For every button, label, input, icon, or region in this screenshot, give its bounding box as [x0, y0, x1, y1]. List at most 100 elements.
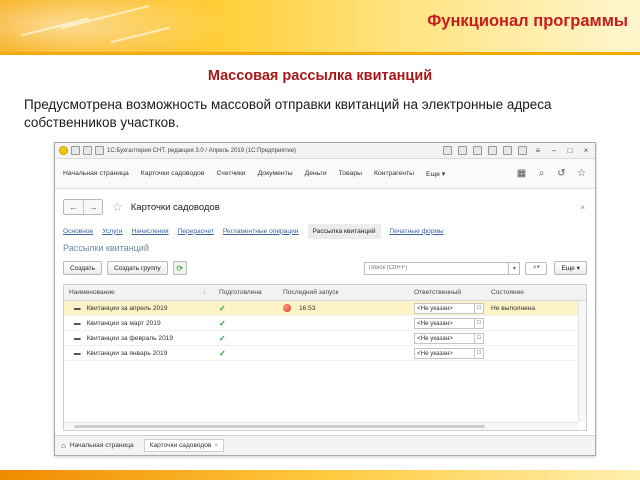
column-header-last-run[interactable]: Последний запуск — [278, 289, 409, 296]
refresh-icon[interactable]: ⟳ — [172, 261, 187, 275]
horizontal-scrollbar[interactable] — [64, 422, 578, 430]
slide-body-text: Предусмотрена возможность массовой отпра… — [24, 97, 552, 130]
favorite-star-icon[interactable]: ☆ — [112, 200, 123, 214]
toolbar-icon[interactable] — [443, 146, 452, 155]
open-icon[interactable]: □ — [474, 333, 483, 343]
section-title: Рассылки квитанций — [63, 243, 149, 253]
tab-main[interactable]: Основное — [63, 228, 93, 235]
error-status-icon — [283, 304, 291, 312]
search-icon[interactable]: ⌕ — [536, 168, 547, 179]
sort-arrow-icon: ↓ — [202, 289, 206, 296]
cell-responsible: <Не указан> □ — [409, 317, 486, 329]
star-icon[interactable]: ☆ — [576, 168, 587, 179]
home-icon[interactable]: ⌂ — [61, 441, 66, 450]
open-icon[interactable]: □ — [474, 318, 483, 328]
open-tab-home[interactable]: Начальная страница — [70, 442, 134, 449]
slide: Функционал программы Массовая рассылка к… — [0, 0, 640, 480]
column-header-prepared[interactable]: Подготовлена — [214, 289, 278, 296]
nav-item-documents[interactable]: Документы — [258, 170, 293, 177]
nav-item-meters[interactable]: Счетчики — [216, 170, 245, 177]
close-icon[interactable]: × — [581, 146, 591, 155]
more-button[interactable]: Еще ▾ — [554, 261, 587, 275]
window-title: 1С:Бухгалтерия СНТ, редакция 3.0 / Апрел… — [107, 147, 297, 154]
item-marker-icon: ▬ — [74, 349, 81, 357]
nav-more-button[interactable]: Еще ▾ — [426, 170, 445, 178]
tab-services[interactable]: Услуги — [102, 228, 122, 235]
toolbar-icon[interactable] — [503, 146, 512, 155]
table-header: Наименование ↓ Подготовлена Последний зап… — [64, 285, 586, 301]
search-box: ▾ ⌕▾ Еще ▾ — [364, 261, 595, 275]
menu-icon[interactable]: ≡ — [533, 146, 543, 155]
open-windows-bar: ⌂ Начальная страница Карточки садоводов × — [55, 435, 595, 455]
column-header-name[interactable]: Наименование ↓ — [64, 289, 214, 296]
form-title: Карточки садоводов — [130, 201, 220, 213]
nav-arrows: ← → — [63, 199, 103, 215]
toolbar-icon[interactable] — [458, 146, 467, 155]
cell-last-run: 16:53 — [278, 304, 409, 312]
nav-item-home[interactable]: Начальная страница — [63, 170, 129, 177]
open-icon[interactable]: □ — [474, 348, 483, 358]
cell-prepared: ✓ — [214, 304, 278, 313]
cell-state: Не выполнена — [491, 304, 536, 312]
maximize-icon[interactable]: □ — [565, 146, 575, 155]
back-arrow-icon[interactable]: ← — [64, 200, 83, 214]
search-input[interactable] — [364, 261, 510, 275]
cell-name: ▬ Квитанции за март 2019 — [74, 319, 161, 327]
toolbar-icon[interactable] — [83, 146, 92, 155]
table-row[interactable]: ▬ Квитанции за март 2019 ✓ <Не указан> □ — [64, 316, 586, 331]
item-marker-icon: ▬ — [74, 304, 81, 312]
column-header-state[interactable]: Состояние — [486, 289, 586, 296]
form-close-icon[interactable]: × — [580, 203, 585, 212]
slide-header: Функционал программы — [0, 0, 640, 52]
create-button[interactable]: Создать — [63, 261, 103, 275]
tab-recalculation[interactable]: Перерасчет — [178, 228, 214, 235]
table-row[interactable]: ▬ Квитанции за апрель 2019 ✓ 16:53 <Не указа… — [64, 301, 586, 316]
toolbar-icon[interactable] — [71, 146, 80, 155]
nav-item-cards[interactable]: Карточки садоводов — [141, 170, 205, 177]
title-bar: 1С:Бухгалтерия СНТ, редакция 3.0 / Апрел… — [55, 143, 595, 159]
table-row[interactable]: ▬ Квитанции за февраль 2019 ✓ <Не указан> □ — [64, 331, 586, 346]
checkmark-icon: ✓ — [219, 318, 226, 328]
tab-receipt-mailing[interactable]: Рассылка квитанций — [307, 223, 381, 239]
nav-item-money[interactable]: Деньги — [305, 170, 327, 177]
cell-prepared: ✓ — [214, 319, 278, 328]
table-row[interactable]: ▬ Квитанции за январь 2019 ✓ <Не указан> □ — [64, 346, 586, 361]
minimize-icon[interactable]: – — [549, 146, 559, 155]
cell-name: ▬ Квитанции за январь 2019 — [74, 349, 168, 357]
close-icon[interactable]: × — [214, 443, 218, 449]
toolbar-icon[interactable] — [95, 146, 104, 155]
vertical-scrollbar[interactable] — [578, 301, 586, 422]
tab-print-forms[interactable]: Печатные формы — [390, 228, 444, 235]
mailing-table: Наименование ↓ Подготовлена Последний зап… — [63, 284, 587, 431]
open-icon[interactable]: □ — [474, 303, 483, 313]
slide-divider — [0, 52, 640, 55]
responsible-field[interactable]: <Не указан> □ — [414, 302, 484, 314]
cell-responsible: <Не указан> □ — [409, 302, 486, 314]
responsible-field[interactable]: <Не указан> □ — [414, 317, 484, 329]
toolbar-icon[interactable] — [488, 146, 497, 155]
toolbar-icon[interactable] — [473, 146, 482, 155]
create-group-button[interactable]: Создать группу — [107, 261, 168, 275]
history-icon[interactable]: ↺ — [556, 168, 567, 179]
nav-item-goods[interactable]: Товары — [339, 170, 362, 177]
form-tabs: Основное Услуги Начисления Перерасчет Ре… — [55, 222, 595, 240]
search-dropdown-icon[interactable]: ▾ — [509, 261, 521, 275]
toolbar-icon[interactable] — [518, 146, 527, 155]
list-toolbar: Создать Создать группу ⟳ ▾ ⌕▾ Еще ▾ — [55, 260, 595, 276]
checkmark-icon: ✓ — [219, 333, 226, 343]
cell-responsible: <Не указан> □ — [409, 332, 486, 344]
item-marker-icon: ▬ — [74, 319, 81, 327]
nav-item-contractors[interactable]: Контрагенты — [374, 170, 414, 177]
responsible-field[interactable]: <Не указан> □ — [414, 347, 484, 359]
column-header-responsible[interactable]: Ответственный — [409, 289, 486, 296]
responsible-field[interactable]: <Не указан> □ — [414, 332, 484, 344]
cell-prepared: ✓ — [214, 334, 278, 343]
forward-arrow-icon[interactable]: → — [83, 200, 102, 214]
open-tab-cards[interactable]: Карточки садоводов × — [143, 439, 224, 452]
tab-scheduled-operations[interactable]: Регламентные операции — [223, 228, 299, 235]
search-icon[interactable]: ⌕▾ — [525, 261, 548, 275]
tab-charges[interactable]: Начисления — [132, 228, 169, 235]
table-body: ▬ Квитанции за апрель 2019 ✓ 16:53 <Не указа… — [64, 301, 586, 361]
app-logo-icon — [59, 146, 68, 155]
grid-menu-icon[interactable]: ▦ — [516, 168, 527, 179]
